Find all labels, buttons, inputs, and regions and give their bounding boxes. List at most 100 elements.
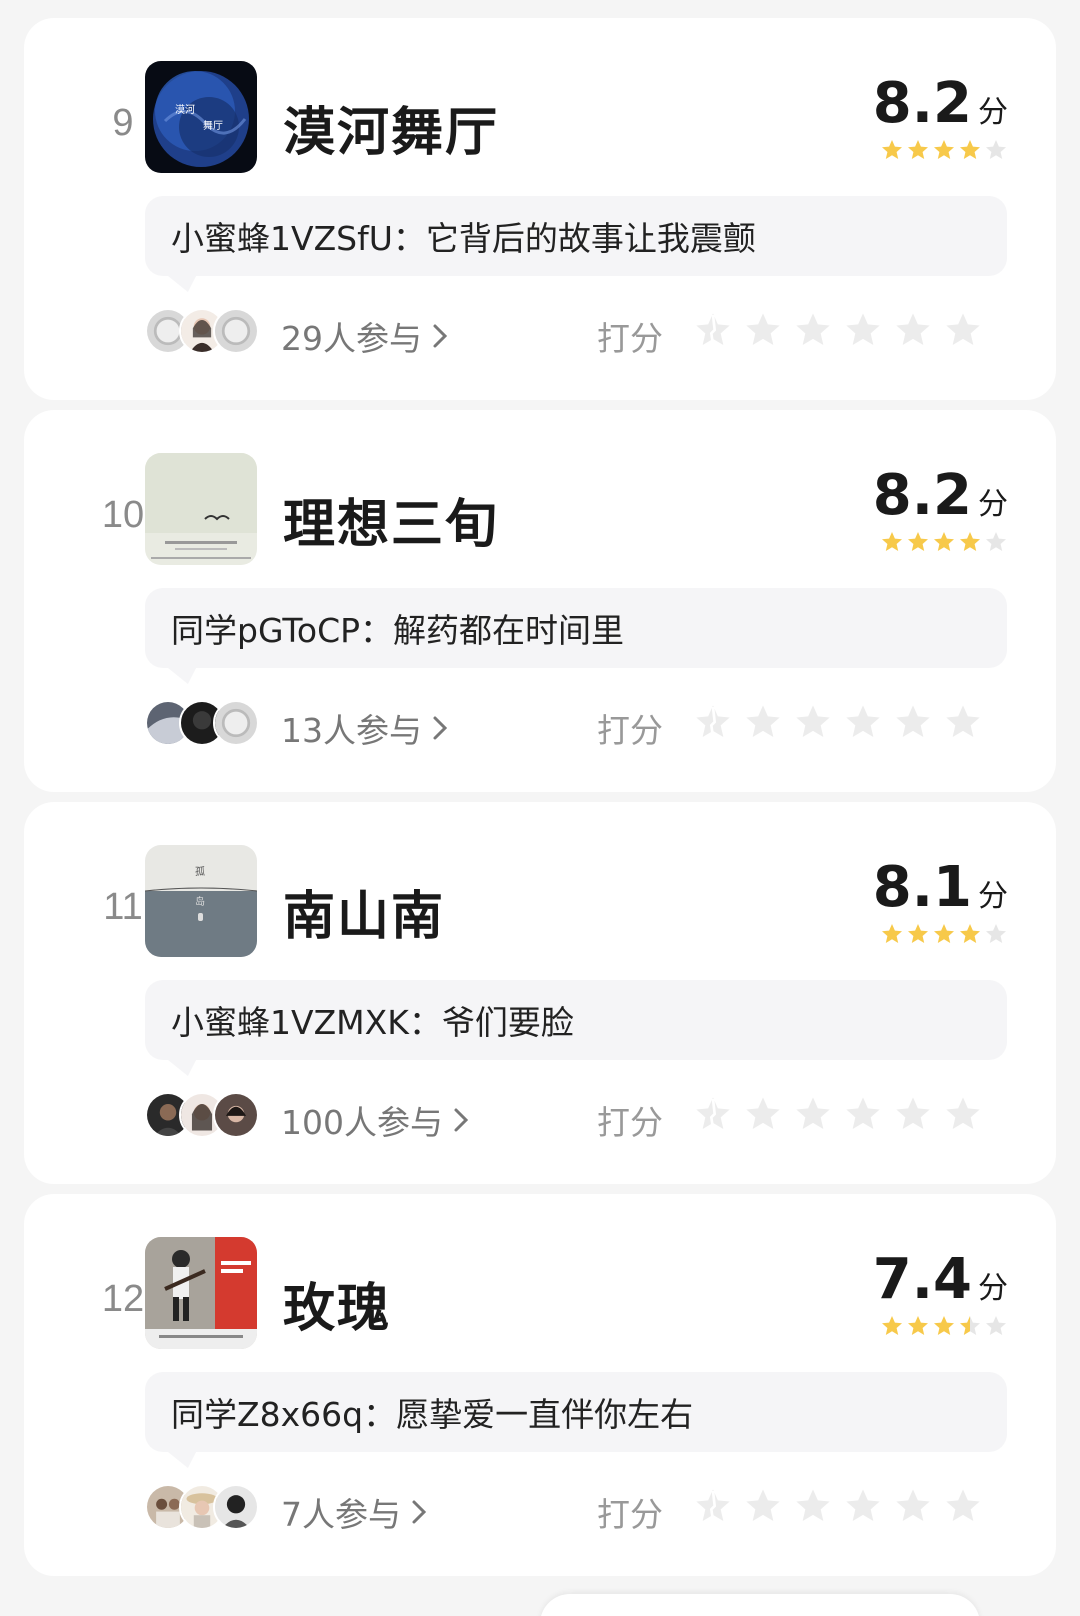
rate-label: 打分 (597, 1495, 663, 1534)
score-stars (873, 1314, 1008, 1338)
score-block: 8.2 分 (873, 76, 1008, 162)
song-card[interactable]: 9 漠河 舞厅 漠河舞厅 8.2 分 小蜜蜂1VZSfU：它背后的故事让我震颤 (24, 18, 1056, 400)
song-card[interactable]: 11 孤 岛 南山南 8.1 分 小蜜蜂1VZMXK：爷们要脸 100人参与 打… (24, 802, 1056, 1184)
participants-count: 29 (281, 319, 323, 358)
song-title[interactable]: 南山南 (283, 874, 445, 949)
star-outline-icon[interactable] (943, 702, 983, 742)
rate-stars[interactable] (693, 310, 983, 350)
star-icon (960, 1316, 980, 1335)
card-footer: 7人参与 打分 (145, 1480, 1007, 1534)
score-value: 8.1 (872, 855, 972, 920)
star-outline-icon[interactable] (843, 702, 883, 742)
avatar (213, 1092, 259, 1138)
participants-count: 13 (281, 711, 323, 750)
top-comment[interactable]: 同学Z8x66q：愿挚爱一直伴你左右 (145, 1372, 1007, 1452)
star-outline-icon[interactable] (793, 702, 833, 742)
star-outline-icon[interactable] (843, 310, 883, 350)
song-title[interactable]: 漠河舞厅 (283, 90, 499, 165)
comment-text: 小蜜蜂1VZSfU：它背后的故事让我震颤 (171, 219, 756, 258)
star-outline-icon[interactable] (843, 1094, 883, 1134)
score-block: 8.1 分 (873, 860, 1008, 946)
avatar (213, 1484, 259, 1530)
bottom-panel-edge (540, 1594, 980, 1616)
star-icon (960, 140, 980, 159)
star-icon (882, 140, 902, 159)
star-icon (908, 140, 928, 159)
star-icon (934, 1316, 954, 1335)
rate-stars[interactable] (693, 702, 983, 742)
star-outline-icon[interactable] (743, 702, 783, 742)
participants-link[interactable]: 100人参与 (281, 1096, 471, 1144)
pale-bird-cover[interactable] (145, 453, 257, 565)
rate-stars[interactable] (693, 1486, 983, 1526)
song-title[interactable]: 理想三旬 (283, 482, 499, 557)
star-outline-icon[interactable] (743, 310, 783, 350)
star-outline-icon[interactable] (943, 1094, 983, 1134)
rate-label: 打分 (597, 1103, 663, 1142)
star-icon (934, 532, 954, 551)
star-outline-icon[interactable] (793, 1094, 833, 1134)
score-value: 8.2 (872, 71, 972, 136)
star-icon (908, 924, 928, 943)
star-outline-icon[interactable] (843, 1486, 883, 1526)
score-unit: 分 (978, 1271, 1008, 1306)
star-outline-icon[interactable] (893, 702, 933, 742)
rate-stars[interactable] (693, 1094, 983, 1134)
participant-avatars[interactable] (145, 308, 259, 356)
star-icon (986, 1316, 1006, 1335)
score-stars (873, 530, 1008, 554)
participant-avatars[interactable] (145, 1484, 259, 1532)
star-outline-icon[interactable] (893, 310, 933, 350)
star-outline-icon[interactable] (893, 1094, 933, 1134)
star-icon (960, 924, 980, 943)
avatar (213, 700, 259, 746)
star-icon (986, 532, 1006, 551)
star-icon (986, 924, 1006, 943)
chevron-right-icon (412, 1500, 427, 1524)
half-star-icon[interactable] (693, 1486, 733, 1526)
score-stars (873, 138, 1008, 162)
star-icon (908, 532, 928, 551)
card-footer: 29人参与 打分 (145, 304, 1007, 358)
half-star-icon[interactable] (693, 310, 733, 350)
song-title[interactable]: 玫瑰 (283, 1266, 391, 1341)
chevron-right-icon (454, 1108, 469, 1132)
half-star-icon[interactable] (693, 1094, 733, 1134)
star-icon (882, 1316, 902, 1335)
grey-sea-cover[interactable]: 孤 岛 (145, 845, 257, 957)
score-unit: 分 (978, 879, 1008, 914)
participants-link[interactable]: 7人参与 (281, 1488, 429, 1536)
participants-link[interactable]: 29人参与 (281, 312, 450, 360)
blue-planet-cover[interactable]: 漠河 舞厅 (145, 61, 257, 173)
star-icon (882, 924, 902, 943)
star-outline-icon[interactable] (743, 1486, 783, 1526)
half-star-icon[interactable] (693, 702, 733, 742)
participants-suffix: 人参与 (302, 1495, 401, 1534)
star-outline-icon[interactable] (943, 310, 983, 350)
guitar-photo-cover[interactable] (145, 1237, 257, 1349)
participants-link[interactable]: 13人参与 (281, 704, 450, 752)
participant-avatars[interactable] (145, 1092, 259, 1140)
rate-label: 打分 (597, 711, 663, 750)
top-comment[interactable]: 小蜜蜂1VZMXK：爷们要脸 (145, 980, 1007, 1060)
participant-avatars[interactable] (145, 700, 259, 748)
participants-suffix: 人参与 (344, 1103, 443, 1142)
star-outline-icon[interactable] (893, 1486, 933, 1526)
top-comment[interactable]: 同学pGToCP：解药都在时间里 (145, 588, 1007, 668)
star-outline-icon[interactable] (793, 1486, 833, 1526)
star-outline-icon[interactable] (793, 310, 833, 350)
star-outline-icon[interactable] (943, 1486, 983, 1526)
star-icon (934, 140, 954, 159)
score-block: 7.4 分 (873, 1252, 1008, 1338)
svg-text:孤: 孤 (195, 866, 205, 878)
star-outline-icon[interactable] (743, 1094, 783, 1134)
card-footer: 100人参与 打分 (145, 1088, 1007, 1142)
participants-suffix: 人参与 (323, 711, 422, 750)
rate-label: 打分 (597, 319, 663, 358)
comment-text: 小蜜蜂1VZMXK：爷们要脸 (171, 1003, 574, 1042)
chevron-right-icon (433, 716, 448, 740)
song-card[interactable]: 12 玫瑰 7.4 分 同学Z8x66q：愿挚爱一直伴你左右 7人参与 打分 (24, 1194, 1056, 1576)
song-card[interactable]: 10 理想三旬 8.2 分 同学pGToCP：解药都在时间里 13人参与 打分 (24, 410, 1056, 792)
svg-text:漠河: 漠河 (175, 104, 195, 116)
top-comment[interactable]: 小蜜蜂1VZSfU：它背后的故事让我震颤 (145, 196, 1007, 276)
